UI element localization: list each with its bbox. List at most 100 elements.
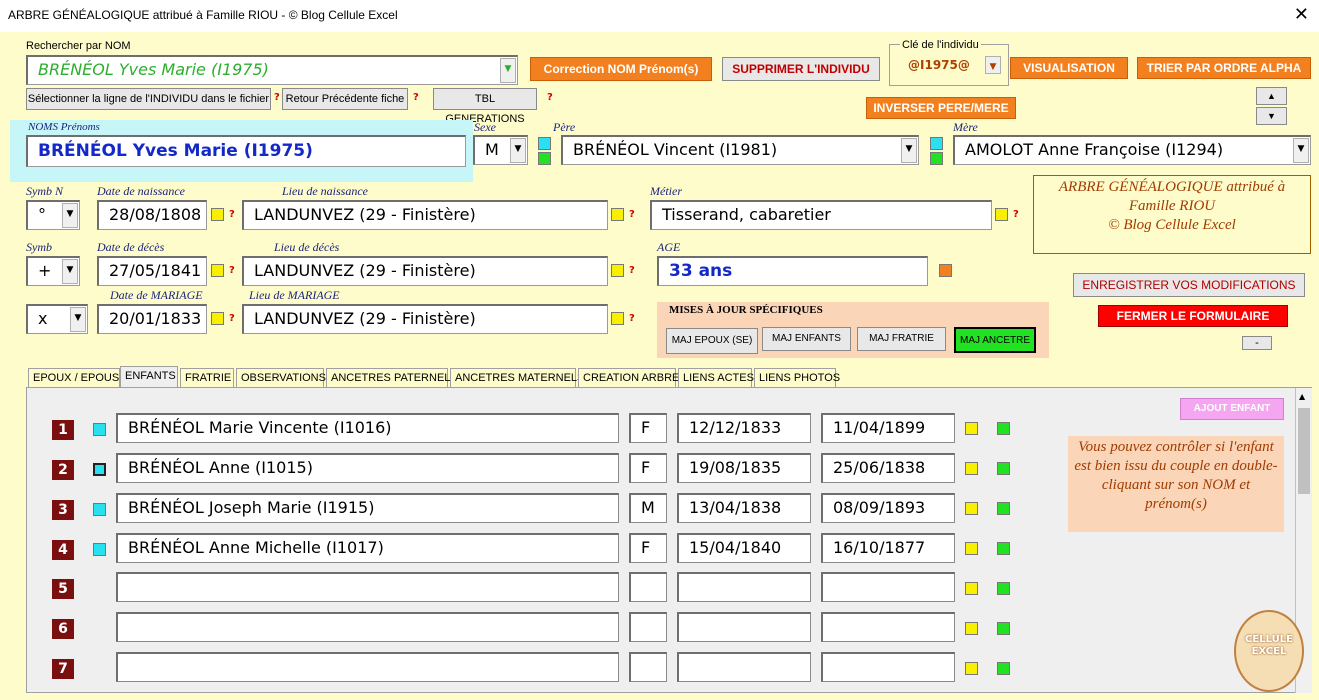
yellow-square-icon[interactable] [995,208,1008,221]
chevron-down-icon[interactable]: ▼ [62,203,78,228]
fermer-button[interactable]: FERMER LE FORMULAIRE [1098,305,1288,327]
chevron-down-icon[interactable]: ▼ [62,259,78,284]
child-death[interactable] [821,572,955,602]
child-sex[interactable] [629,572,667,602]
green-square-icon[interactable] [997,422,1010,435]
chevron-down-icon[interactable]: ▼ [985,56,1001,74]
help-icon[interactable]: ? [274,92,280,103]
child-sex[interactable]: F [629,413,667,443]
orange-square-icon[interactable] [939,264,952,277]
child-birth[interactable]: 15/04/1840 [677,533,811,563]
scrollbar-thumb[interactable] [1298,408,1310,494]
chevron-down-icon[interactable]: ▼ [1293,138,1309,163]
yellow-square-icon[interactable] [965,622,978,635]
lieu-deces-field[interactable]: LANDUNVEZ (29 - Finistère) [242,256,608,286]
maj-enfants-button[interactable]: MAJ ENFANTS [762,327,851,351]
mere-combobox[interactable]: AMOLOT Anne Françoise (I1294) ▼ [953,135,1311,165]
tab-enfants[interactable]: ENFANTS [120,366,178,388]
maj-ancetre-button[interactable]: MAJ ANCETRE [954,327,1036,353]
tab-ancetres-maternels[interactable]: ANCETRES MATERNELS [450,368,584,388]
chevron-down-icon[interactable]: ▼ [1256,107,1287,125]
child-name[interactable] [116,572,619,602]
yellow-square-icon[interactable] [965,542,978,555]
lieu-naissance-field[interactable]: LANDUNVEZ (29 - Finistère) [242,200,608,230]
tab-ancetres-paternels[interactable]: ANCETRES PATERNELS [326,368,458,388]
cyan-square-icon[interactable] [93,503,106,516]
child-birth[interactable] [677,612,811,642]
chevron-down-icon[interactable]: ▼ [70,307,86,332]
yellow-square-icon[interactable] [211,264,224,277]
yellow-square-icon[interactable] [611,312,624,325]
child-death[interactable]: 11/04/1899 [821,413,955,443]
mariage-field[interactable]: 20/01/1833 [97,304,207,334]
child-sex[interactable]: M [629,493,667,523]
child-sex[interactable] [629,612,667,642]
green-square-icon[interactable] [997,622,1010,635]
child-birth[interactable] [677,652,811,682]
trier-button[interactable]: TRIER PAR ORDRE ALPHA [1137,57,1311,79]
search-combobox[interactable]: BRÉNÉOL Yves Marie (I1975) ▼ [26,55,518,85]
pere-combobox[interactable]: BRÉNÉOL Vincent (I1981) ▼ [561,135,919,165]
maj-fratrie-button[interactable]: MAJ FRATRIE [857,327,946,351]
green-square-icon[interactable] [997,582,1010,595]
chevron-down-icon[interactable]: ▼ [510,138,526,163]
child-name[interactable]: BRÉNÉOL Marie Vincente (I1016) [116,413,619,443]
child-birth[interactable] [677,572,811,602]
green-square-icon[interactable] [997,662,1010,675]
supprimer-button[interactable]: SUPPRIMER L'INDIVIDU [722,57,880,81]
child-name[interactable] [116,652,619,682]
symbm-combobox[interactable]: x ▼ [26,304,88,334]
yellow-square-icon[interactable] [965,662,978,675]
green-square-icon[interactable] [538,152,551,165]
child-death[interactable]: 25/06/1838 [821,453,955,483]
enregistrer-button[interactable]: ENREGISTRER VOS MODIFICATIONS [1073,273,1305,297]
child-birth[interactable]: 13/04/1838 [677,493,811,523]
cyan-square-icon[interactable] [93,543,106,556]
help-icon[interactable]: ? [629,265,635,276]
yellow-square-icon[interactable] [211,312,224,325]
help-icon[interactable]: ? [413,92,419,103]
green-square-icon[interactable] [997,502,1010,515]
child-name[interactable]: BRÉNÉOL Joseph Marie (I1915) [116,493,619,523]
retour-button[interactable]: Retour Précédente fiche [282,88,408,110]
child-sex[interactable] [629,652,667,682]
tab-fratrie[interactable]: FRATRIE [180,368,234,388]
cyan-square-icon[interactable] [930,137,943,150]
symbn-combobox[interactable]: ° ▼ [26,200,80,230]
naissance-field[interactable]: 28/08/1808 [97,200,207,230]
select-line-button[interactable]: Sélectionner la ligne de l'INDIVIDU dans… [26,88,271,110]
help-icon[interactable]: ? [547,92,553,103]
child-death[interactable]: 08/09/1893 [821,493,955,523]
tab-liens-actes[interactable]: LIENS ACTES [678,368,754,388]
chevron-down-icon[interactable]: ▼ [500,58,516,83]
child-death[interactable]: 16/10/1877 [821,533,955,563]
lieu-mariage-field[interactable]: LANDUNVEZ (29 - Finistère) [242,304,608,334]
correction-button[interactable]: Correction NOM Prénom(s) [530,57,712,81]
yellow-square-icon[interactable] [965,502,978,515]
tab-creation-arbre[interactable]: CREATION ARBRE [578,368,679,388]
yellow-square-icon[interactable] [211,208,224,221]
green-square-icon[interactable] [997,542,1010,555]
tab-epoux[interactable]: EPOUX / EPOUSE [28,368,127,388]
yellow-square-icon[interactable] [965,582,978,595]
help-icon[interactable]: ? [229,265,235,276]
help-icon[interactable]: ? [629,209,635,220]
visualisation-button[interactable]: VISUALISATION [1010,57,1128,79]
yellow-square-icon[interactable] [611,264,624,277]
cyan-square-icon[interactable] [93,423,106,436]
child-sex[interactable]: F [629,533,667,563]
help-icon[interactable]: ? [229,209,235,220]
key-combobox[interactable]: @I1975@ ▼ [900,55,1002,75]
green-square-icon[interactable] [997,462,1010,475]
yellow-square-icon[interactable] [965,462,978,475]
child-name[interactable]: BRÉNÉOL Anne Michelle (I1017) [116,533,619,563]
child-name[interactable]: BRÉNÉOL Anne (I1015) [116,453,619,483]
help-icon[interactable]: ? [1013,209,1019,220]
deces-field[interactable]: 27/05/1841 [97,256,207,286]
name-field[interactable]: BRÉNÉOL Yves Marie (I1975) [26,135,466,167]
tab-liens-photos[interactable]: LIENS PHOTOS [754,368,840,388]
inverser-button[interactable]: INVERSER PERE/MERE [866,97,1016,119]
ajout-enfant-button[interactable]: AJOUT ENFANT [1180,398,1284,420]
child-name[interactable] [116,612,619,642]
child-sex[interactable]: F [629,453,667,483]
